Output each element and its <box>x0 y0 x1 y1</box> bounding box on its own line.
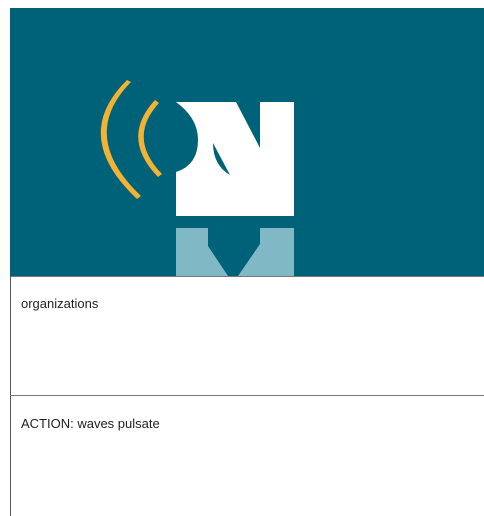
logo-frame <box>10 8 484 276</box>
description-text: organizations <box>21 296 99 311</box>
broadcast-n-logo <box>100 80 294 276</box>
n-letter-right-icon <box>260 102 294 216</box>
inner-wave-icon <box>138 100 162 177</box>
left-border <box>10 276 11 516</box>
n-reflection-right-icon <box>238 228 294 276</box>
n-reflection-icon <box>176 228 228 276</box>
outer-wave-icon <box>100 80 141 199</box>
middle-divider <box>10 395 484 396</box>
top-divider <box>10 276 484 277</box>
action-text: ACTION: waves pulsate <box>21 416 160 431</box>
